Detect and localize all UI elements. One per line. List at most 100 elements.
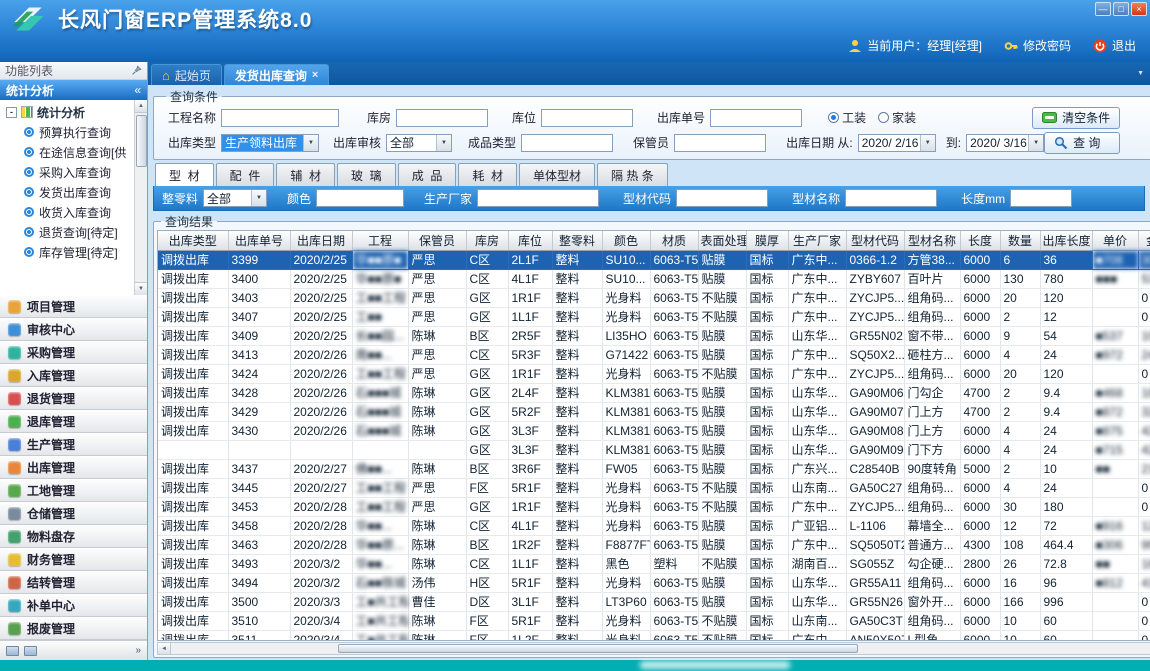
scroll-down-icon[interactable]: ▼ — [135, 282, 147, 295]
sidebar-module[interactable]: 退库管理 — [0, 410, 147, 433]
table-row[interactable]: 调拨出库35002020/3/3工■共工程曹佳D区3L1F整料LT3P60606… — [158, 592, 1150, 611]
column-header[interactable]: 颜色 — [602, 231, 650, 250]
column-header[interactable]: 生产厂家 — [788, 231, 846, 250]
chevron-down-icon[interactable]: ▼ — [303, 135, 318, 151]
profile-name-input[interactable] — [845, 189, 937, 207]
material-tab[interactable]: 辅 材 — [276, 163, 335, 186]
tree-scrollbar[interactable]: ▲ ▼ — [134, 100, 147, 295]
tree-item[interactable]: 预算执行查询 — [0, 122, 147, 142]
chevron-down-icon[interactable]: ▼ — [251, 190, 266, 206]
sidebar-module[interactable]: 工地管理 — [0, 479, 147, 502]
table-row[interactable]: 调拨出库34072020/2/25工■■严思G区1L1F整料光身料6063-T5… — [158, 307, 1150, 326]
table-row[interactable]: 调拨出库34132020/2/26南■■...严思C区5R3F整料G714226… — [158, 345, 1150, 364]
column-header[interactable]: 膜厚 — [746, 231, 788, 250]
gongzhuang-radio-label[interactable]: 工装 — [842, 109, 866, 126]
product-type-input[interactable] — [521, 134, 613, 152]
tree-root[interactable]: - 统计分析 — [0, 102, 147, 122]
column-header[interactable]: 表面处理 — [698, 231, 746, 250]
table-row[interactable]: 调拨出库34632020/2/28华■■原...陈琳B区1R2F整料F8877F… — [158, 535, 1150, 554]
table-row[interactable]: G区3L3F整料KLM38176063-T5贴膜国标山东华...GA90M09.… — [158, 440, 1150, 459]
tree-item[interactable]: 采购入库查询 — [0, 162, 147, 182]
table-row[interactable]: 调拨出库34282020/2/26石■■■城陈琳G区2L4F整料KLM38176… — [158, 383, 1150, 402]
sidebar-module[interactable]: 项目管理 — [0, 295, 147, 318]
horizontal-scrollbar[interactable]: ◄ ► — [157, 642, 1150, 655]
jiazhuang-radio-label[interactable]: 家装 — [892, 109, 916, 126]
material-tab[interactable]: 单体型材 — [519, 163, 595, 186]
more-options-icon[interactable]: » — [135, 645, 141, 656]
search-button[interactable]: 查 询 — [1044, 132, 1120, 154]
material-tab[interactable]: 型 材 — [155, 163, 214, 186]
table-row[interactable]: 调拨出库34032020/2/25工■■工程严思G区1R1F整料光身料6063-… — [158, 288, 1150, 307]
chevron-down-icon[interactable]: ▼ — [920, 135, 935, 151]
gongzhuang-radio[interactable] — [828, 112, 839, 123]
chevron-down-icon[interactable]: ▼ — [436, 135, 451, 151]
scroll-up-icon[interactable]: ▲ — [135, 100, 147, 113]
sidebar-module[interactable]: 结转管理 — [0, 571, 147, 594]
tab-shipment-outbound-query[interactable]: 发货出库查询 × — [224, 64, 329, 85]
chevron-down-icon[interactable]: ▼ — [1028, 135, 1043, 151]
table-row[interactable]: 调拨出库34002020/2/25华■■原■严思C区4L1F整料SU10...6… — [158, 269, 1150, 288]
sidebar-module[interactable]: 财务管理 — [0, 548, 147, 571]
logout-button[interactable]: 退出 — [1112, 37, 1136, 54]
tree-item[interactable]: 收货入库查询 — [0, 202, 147, 222]
collapse-icon[interactable]: « — [134, 83, 141, 97]
tree-item[interactable]: 库存管理[待定] — [0, 242, 147, 262]
column-header[interactable]: 保管员 — [408, 231, 466, 250]
table-row[interactable]: 调拨出库34372020/2/27佛■■...陈琳B区3R6F整料FW05606… — [158, 459, 1150, 478]
table-row[interactable]: 调拨出库34242020/2/26工■■工程严思G区1R1F整料光身料6063-… — [158, 364, 1150, 383]
column-header[interactable]: 型材代码 — [846, 231, 904, 250]
date-from-picker[interactable]: 2020/ 2/16 ▼ — [858, 134, 936, 152]
warehouse-input[interactable] — [396, 109, 488, 127]
table-row[interactable]: 调拨出库34292020/2/26石■■■城陈琳G区5R2F整料KLM38176… — [158, 402, 1150, 421]
table-row[interactable]: 调拨出库34092020/2/25长■■园...陈琳B区2R5F整料LI35HO… — [158, 326, 1150, 345]
column-header[interactable]: 出库单号 — [228, 231, 290, 250]
sidebar-module[interactable]: 审核中心 — [0, 318, 147, 341]
column-header[interactable]: 长度 — [960, 231, 1000, 250]
hscrollbar-thumb[interactable] — [338, 644, 858, 653]
column-header[interactable]: 库房 — [466, 231, 508, 250]
column-header[interactable]: 工程 — [352, 231, 408, 250]
table-row[interactable]: 调拨出库35112020/3/4工■共工程陈琳F区1L2F整料光身料6063-T… — [158, 630, 1150, 641]
scroll-left-icon[interactable]: ◄ — [158, 643, 171, 654]
column-header[interactable]: 出库长度 — [1040, 231, 1092, 250]
sidebar-module[interactable]: 入库管理 — [0, 364, 147, 387]
sidebar-module[interactable]: 报废管理 — [0, 617, 147, 640]
tree-item[interactable]: 发货出库查询 — [0, 182, 147, 202]
sidebar-module[interactable]: 物料盘存 — [0, 525, 147, 548]
material-tab[interactable]: 成 品 — [398, 163, 457, 186]
change-password-link[interactable]: 修改密码 — [1023, 37, 1071, 54]
column-header[interactable]: 出库类型 — [158, 231, 228, 250]
tree-item[interactable]: 在途信息查询[供 — [0, 142, 147, 162]
project-name-input[interactable] — [221, 109, 339, 127]
scrollbar-thumb[interactable] — [136, 115, 147, 167]
computer-icon[interactable] — [6, 646, 19, 656]
column-header[interactable]: 金额 — [1138, 231, 1150, 250]
sidebar-module[interactable]: 生产管理 — [0, 433, 147, 456]
column-header[interactable]: 出库日期 — [290, 231, 352, 250]
jiazhuang-radio[interactable] — [878, 112, 889, 123]
tab-start-page[interactable]: ⌂ 起始页 — [151, 64, 222, 85]
material-tab[interactable]: 耗 材 — [458, 163, 517, 186]
clear-conditions-button[interactable]: 清空条件 — [1032, 107, 1120, 129]
out-type-combo[interactable]: 生产领料出库 ▼ — [221, 134, 319, 152]
tree-expander-icon[interactable]: - — [6, 107, 17, 118]
maximize-button[interactable]: □ — [1113, 2, 1129, 16]
table-row[interactable]: 调拨出库34932020/3/2华■■...陈琳C区1L1F整料黑色塑料不贴膜国… — [158, 554, 1150, 573]
order-no-input[interactable] — [710, 109, 802, 127]
minimize-button[interactable]: — — [1095, 2, 1111, 16]
color-input[interactable] — [316, 189, 404, 207]
close-button[interactable]: × — [1131, 2, 1147, 16]
profile-code-input[interactable] — [676, 189, 768, 207]
tab-list-dropdown-icon[interactable]: ▼ — [1137, 70, 1144, 77]
tab-close-icon[interactable]: × — [312, 69, 318, 81]
material-tab[interactable]: 隔 热 条 — [597, 163, 668, 186]
column-header[interactable]: 型材名称 — [904, 231, 960, 250]
table-row[interactable]: 调拨出库34302020/2/26石■■■城陈琳G区3L3F整料KLM38176… — [158, 421, 1150, 440]
statistics-panel-header[interactable]: 统计分析 « — [0, 80, 147, 100]
manufacturer-input[interactable] — [477, 189, 599, 207]
sidebar-module[interactable]: 退货管理 — [0, 387, 147, 410]
table-row[interactable]: 调拨出库35102020/3/4工■共工程陈琳F区5R1F整料光身料6063-T… — [158, 611, 1150, 630]
tree-item[interactable]: 退货查询[待定] — [0, 222, 147, 242]
material-tab[interactable]: 配 件 — [216, 163, 275, 186]
panel-icon[interactable] — [24, 646, 37, 656]
